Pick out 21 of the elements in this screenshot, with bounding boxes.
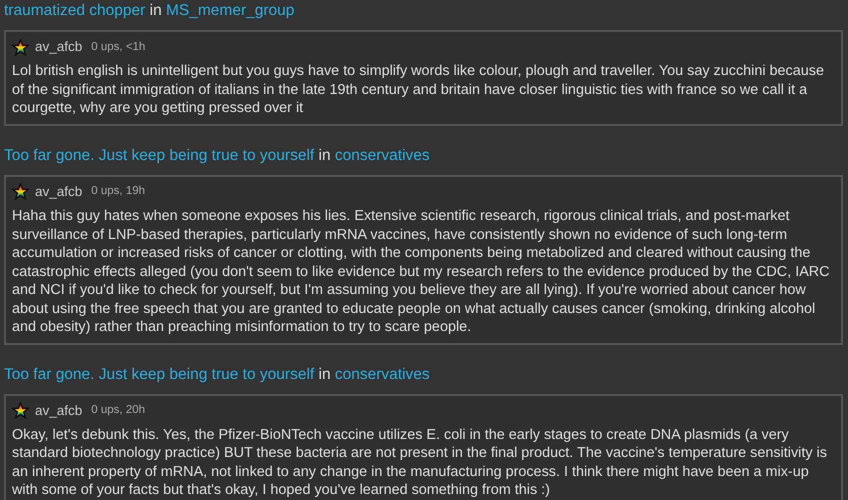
group-link[interactable]: conservatives bbox=[334, 146, 430, 164]
avatar-star-icon[interactable] bbox=[12, 183, 29, 200]
comment-text: Lol british english is unintelligent but you guys have to simplify words like colour, plough and traveller. You say zucchini because of the significant immigration of italians in the late 19th century and britain have closer linguistic ties with france so we call it a courgette, why are you getting pressed over it bbox=[12, 62, 825, 118]
post-title-link[interactable]: Too far gone. Just keep being true to yourself bbox=[4, 366, 314, 382]
comment-meta: 0 ups, <1h bbox=[91, 40, 146, 54]
avatar-star-icon[interactable] bbox=[12, 38, 29, 56]
in-label: in bbox=[318, 366, 331, 382]
username-link[interactable]: av_afcb bbox=[35, 37, 82, 58]
group-link[interactable]: MS_memer_group bbox=[166, 2, 294, 19]
post-title-link[interactable]: traumatized chopper bbox=[4, 2, 146, 19]
username-link[interactable]: av_afcb bbox=[35, 400, 82, 421]
in-label: in bbox=[150, 2, 162, 19]
in-label: in bbox=[318, 146, 331, 164]
comment-meta: 0 ups, 19h bbox=[91, 184, 146, 200]
group-link[interactable]: conservatives bbox=[334, 366, 430, 382]
avatar-star-icon[interactable] bbox=[12, 402, 29, 420]
comment-text: Okay, let's debunk this. Yes, the Pfizer-BioNTech vaccine utilizes E. coli in the early stages to create DNA plasmids (a very standard biotechnology practice) BUT these bacteria are not present in the final product. The vaccine's temperature sensitivity is an inherent property of mRNA, not linked to any change in the manufacturing process. I think there might have been a mix-up with some of your facts but that's okay, I hoped you've learned something from this :) bbox=[12, 426, 828, 500]
comment-text: Haha this guy hates when someone exposes his lies. Extensive scientific research, rigorous clinical trials, and post-market surveillance of LNP-based therapies, particularly mRNA vaccines, have consistently shown no evidence of such long-term accumulation or increased risks of cancer or clotting, with the components being metabolized and cleared without causing the catastrophic effects alleged (you don't seem to like evidence but my research refers to the evidence produced by the CDC, IARC and NCI if you'd like to check for yourself, but I'm assuming you believe they are all lying). If you're worried about cancer how about using the free speech that you are granted to educate people on what actually causes cancer (smoking, drinking alcohol and obesity) rather than preaching misinformation to try to scare people. bbox=[12, 207, 831, 336]
comment-meta: 0 ups, 20h bbox=[91, 403, 146, 418]
username-link[interactable]: av_afcb bbox=[35, 182, 82, 202]
post-title-link[interactable]: Too far gone. Just keep being true to yourself bbox=[4, 146, 314, 164]
